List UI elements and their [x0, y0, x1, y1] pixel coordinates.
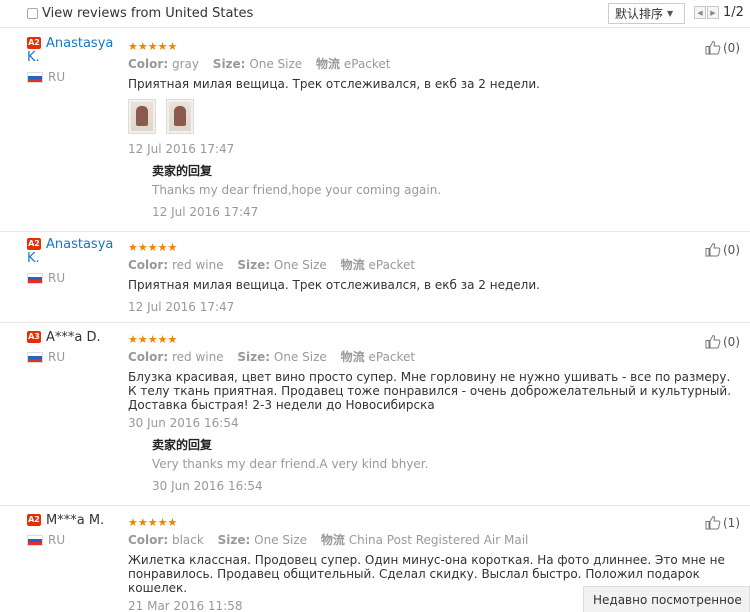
review-body: ★★★★★ Color: red wine Size: One Size 物流 … — [128, 333, 731, 494]
review-item: A3 A***a D. RU ★★★★★ Color: red wine Size… — [0, 331, 750, 506]
helpful-button[interactable]: (1) — [705, 515, 740, 530]
helpful-count: (1) — [723, 515, 740, 530]
review-text: Приятная милая вещица. Трек отслеживался… — [128, 77, 540, 91]
thumbs-up-icon — [705, 40, 721, 55]
order-attributes: Color: black Size: One Size 物流 China Pos… — [128, 533, 529, 547]
review-photos — [128, 99, 688, 134]
russia-flag-icon — [27, 272, 43, 284]
rating-stars: ★★★★★ — [128, 40, 178, 53]
review-text: Блузка красивая, цвет вино просто супер.… — [128, 370, 732, 412]
attr-color: red wine — [171, 350, 224, 364]
order-attributes: Color: red wine Size: One Size 物流 ePacke… — [128, 258, 416, 272]
pager: ◀ ▶ 1/2 — [694, 5, 744, 20]
buyer-level-badge: A2 — [27, 514, 41, 526]
seller-reply-date: 12 Jul 2016 17:47 — [152, 205, 259, 219]
sort-label: 默认排序 — [615, 7, 664, 21]
reviewer-country: RU — [27, 271, 117, 285]
buyer-level-badge: A2 — [27, 238, 41, 250]
seller-reply-text: Very thanks my dear friend.A very kind b… — [152, 457, 429, 471]
reviewer-country: RU — [27, 350, 117, 364]
review-body: ★★★★★ Color: gray Size: One Size 物流 ePac… — [128, 41, 688, 219]
next-page-button[interactable]: ▶ — [707, 6, 719, 19]
attr-logistics: ePacket — [368, 258, 416, 272]
attr-logistics: ePacket — [368, 350, 416, 364]
russia-flag-icon — [27, 71, 43, 83]
prev-page-button[interactable]: ◀ — [694, 6, 706, 19]
rating-stars: ★★★★★ — [128, 241, 178, 254]
order-attributes: Color: red wine Size: One Size 物流 ePacke… — [128, 350, 416, 364]
attr-color: black — [171, 533, 204, 547]
us-reviews-filter[interactable]: View reviews from United States — [27, 6, 253, 21]
review-date: 12 Jul 2016 17:47 — [128, 300, 235, 314]
review-item: A2 Anastasya K. RU ★★★★★ Color: red wine … — [0, 238, 750, 323]
attr-color: gray — [171, 57, 199, 71]
order-attributes: Color: gray Size: One Size 物流 ePacket — [128, 57, 391, 71]
russia-flag-icon — [27, 351, 43, 363]
seller-reply: 卖家的回复 Very thanks my dear friend.A very … — [152, 438, 688, 493]
reviews-toolbar: View reviews from United States 默认排序 ▼ ◀… — [0, 0, 750, 28]
review-date: 30 Jun 2016 16:54 — [128, 416, 239, 430]
seller-reply-title: 卖家的回复 — [152, 164, 213, 178]
review-text: Приятная милая вещица. Трек отслеживался… — [128, 278, 540, 292]
sort-dropdown[interactable]: 默认排序 ▼ — [608, 3, 685, 24]
review-date: 12 Jul 2016 17:47 — [128, 142, 235, 156]
reviewer-name: A3 A***a D. — [27, 330, 101, 345]
reviewer-info: A2 Anastasya K. RU — [27, 238, 117, 285]
thumbs-up-icon — [705, 334, 721, 349]
rating-stars: ★★★★★ — [128, 516, 178, 529]
seller-reply: 卖家的回复 Thanks my dear friend,hope your co… — [152, 164, 688, 219]
attr-size: One Size — [273, 350, 327, 364]
attr-logistics: ePacket — [343, 57, 391, 71]
helpful-count: (0) — [723, 334, 740, 349]
seller-reply-text: Thanks my dear friend,hope your coming a… — [152, 183, 442, 197]
seller-reply-title: 卖家的回复 — [152, 438, 213, 452]
attr-size: One Size — [273, 258, 327, 272]
us-reviews-label: View reviews from United States — [42, 6, 254, 21]
seller-reply-date: 30 Jun 2016 16:54 — [152, 479, 263, 493]
attr-size: One Size — [254, 533, 308, 547]
reviewer-name[interactable]: A2 Anastasya K. — [27, 238, 117, 266]
us-reviews-checkbox[interactable] — [27, 8, 38, 19]
reviewer-country: RU — [27, 70, 117, 84]
attr-logistics: China Post Registered Air Mail — [348, 533, 529, 547]
review-item: A2 Anastasya K. RU ★★★★★ Color: gray Size… — [0, 37, 750, 232]
reviewer-info: A3 A***a D. RU — [27, 331, 117, 364]
helpful-button[interactable]: (0) — [705, 334, 740, 349]
thumbs-up-icon — [705, 515, 721, 530]
helpful-count: (0) — [723, 40, 740, 55]
rating-stars: ★★★★★ — [128, 333, 178, 346]
attr-size: One Size — [249, 57, 303, 71]
reviewer-name[interactable]: A2 Anastasya K. — [27, 37, 117, 65]
helpful-button[interactable]: (0) — [705, 242, 740, 257]
reviewer-country: RU — [27, 533, 117, 547]
recently-viewed-tab[interactable]: Недавно посмотренное — [583, 586, 750, 612]
reviewer-name: A2 M***a M. — [27, 513, 105, 528]
buyer-level-badge: A2 — [27, 37, 41, 49]
helpful-button[interactable]: (0) — [705, 40, 740, 55]
reviewer-info: A2 Anastasya K. RU — [27, 37, 117, 84]
buyer-level-badge: A3 — [27, 331, 41, 343]
helpful-count: (0) — [723, 242, 740, 257]
thumbs-up-icon — [705, 242, 721, 257]
review-photo-thumbnail[interactable] — [166, 99, 194, 134]
page-indicator: 1/2 — [723, 5, 744, 20]
review-photo-thumbnail[interactable] — [128, 99, 156, 134]
reviewer-info: A2 M***a M. RU — [27, 514, 117, 547]
russia-flag-icon — [27, 534, 43, 546]
review-body: ★★★★★ Color: red wine Size: One Size 物流 … — [128, 241, 688, 315]
attr-color: red wine — [171, 258, 224, 272]
chevron-down-icon: ▼ — [667, 9, 674, 18]
